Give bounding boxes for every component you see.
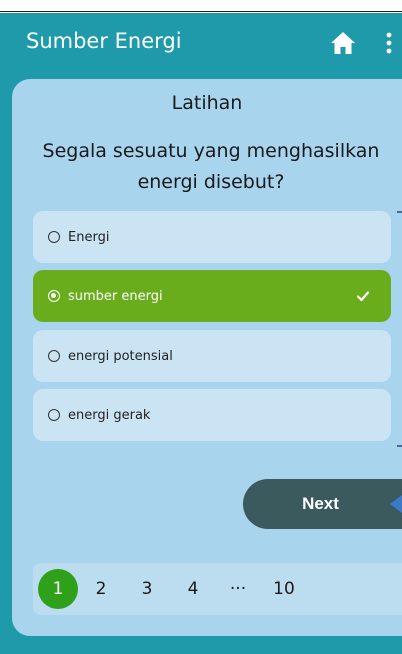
page-active[interactable]: 1 bbox=[38, 569, 78, 609]
page-link[interactable]: 4 bbox=[181, 563, 205, 615]
radio-icon bbox=[48, 409, 60, 421]
radio-icon bbox=[48, 350, 60, 362]
next-button-label: Next bbox=[302, 494, 339, 513]
arrow-left-icon bbox=[388, 495, 402, 513]
page-ellipsis: ··· bbox=[229, 579, 247, 599]
radio-icon bbox=[48, 231, 60, 243]
quiz-heading: Latihan bbox=[171, 92, 243, 114]
option-label: sumber energi bbox=[68, 288, 163, 304]
option-3[interactable]: energi potensial bbox=[33, 330, 391, 382]
page-link[interactable]: 10 bbox=[272, 563, 296, 615]
option-1[interactable]: Energi bbox=[33, 211, 391, 263]
option-4[interactable]: energi gerak bbox=[33, 389, 391, 441]
app-title: Sumber Energi bbox=[26, 29, 182, 53]
option-2[interactable]: sumber energi bbox=[33, 270, 391, 322]
radio-selected-icon bbox=[48, 290, 60, 302]
check-icon bbox=[356, 289, 370, 302]
status-bar bbox=[0, 0, 402, 12]
home-icon[interactable] bbox=[330, 31, 356, 55]
quiz-question: Segala sesuatu yang menghasilkan energi … bbox=[42, 140, 380, 193]
option-label: energi potensial bbox=[68, 348, 173, 364]
page-link[interactable]: 3 bbox=[135, 563, 159, 615]
side-marker bbox=[397, 445, 402, 447]
option-label: energi gerak bbox=[68, 407, 151, 423]
next-button[interactable]: Next bbox=[243, 479, 402, 529]
app-bar: Sumber Energi bbox=[0, 13, 402, 73]
more-vertical-icon[interactable] bbox=[384, 31, 394, 57]
option-label: Energi bbox=[68, 229, 110, 245]
page-link[interactable]: 2 bbox=[89, 563, 113, 615]
side-marker bbox=[397, 211, 402, 213]
